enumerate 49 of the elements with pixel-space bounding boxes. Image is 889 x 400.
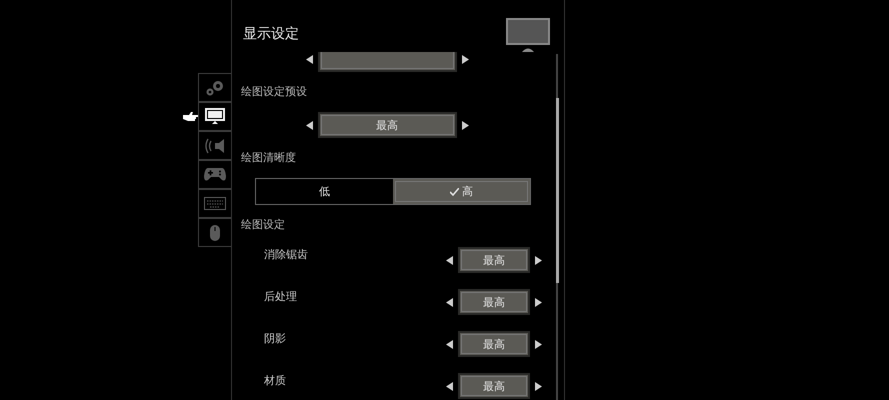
pointing-hand-icon — [183, 111, 198, 122]
previous-button[interactable] — [306, 120, 312, 130]
section-heading: 绘图设定 — [240, 217, 286, 233]
toggle-option[interactable]: 高 — [393, 179, 530, 204]
right-arrow-icon — [535, 298, 542, 306]
option-selector[interactable]: 最高 — [458, 331, 530, 357]
next-button[interactable] — [535, 298, 542, 306]
left-arrow-icon — [306, 120, 312, 130]
setting-label: 材质 — [264, 372, 286, 388]
option-selector[interactable]: 最高 — [458, 289, 530, 315]
left-arrow-icon — [446, 256, 453, 264]
left-arrow-icon — [306, 54, 312, 64]
left-arrow-icon — [446, 298, 453, 306]
speaker-icon — [205, 138, 225, 154]
page-title: 显示设定 — [243, 25, 299, 43]
section-heading: 绘图清晰度 — [240, 150, 297, 166]
next-button[interactable] — [535, 256, 542, 264]
right-arrow-icon — [462, 54, 468, 64]
previous-button[interactable] — [446, 298, 453, 306]
option-selector[interactable]: 最高 — [458, 373, 530, 399]
scrollbar[interactable] — [556, 54, 558, 400]
setting-label: 后处理 — [264, 288, 297, 304]
previous-button[interactable] — [446, 382, 453, 390]
mouse-icon — [209, 224, 221, 242]
next-button[interactable] — [535, 340, 542, 348]
section-heading: 绘图设定预设 — [240, 84, 308, 100]
right-arrow-icon — [535, 256, 542, 264]
gamepad-icon — [204, 167, 226, 182]
previous-button[interactable] — [446, 256, 453, 264]
settings-tab[interactable] — [198, 102, 231, 131]
left-arrow-icon — [446, 382, 453, 390]
next-button[interactable] — [462, 54, 468, 64]
right-arrow-icon — [535, 382, 542, 390]
previous-button[interactable] — [306, 54, 312, 64]
option-selector[interactable]: 最高 — [458, 247, 530, 273]
option-selector[interactable] — [318, 52, 456, 72]
right-arrow-icon — [535, 340, 542, 348]
right-arrow-icon — [462, 120, 468, 130]
next-button[interactable] — [535, 382, 542, 390]
check-icon — [450, 188, 459, 196]
monitor-icon — [205, 108, 225, 125]
option-selector[interactable]: 最高 — [318, 112, 456, 138]
previous-button[interactable] — [446, 340, 453, 348]
left-arrow-icon — [446, 340, 453, 348]
keyboard-icon — [204, 197, 226, 210]
next-button[interactable] — [462, 120, 468, 130]
setting-label: 消除锯齿 — [264, 246, 308, 262]
monitor-icon — [506, 18, 550, 52]
setting-label: 阴影 — [264, 330, 286, 346]
